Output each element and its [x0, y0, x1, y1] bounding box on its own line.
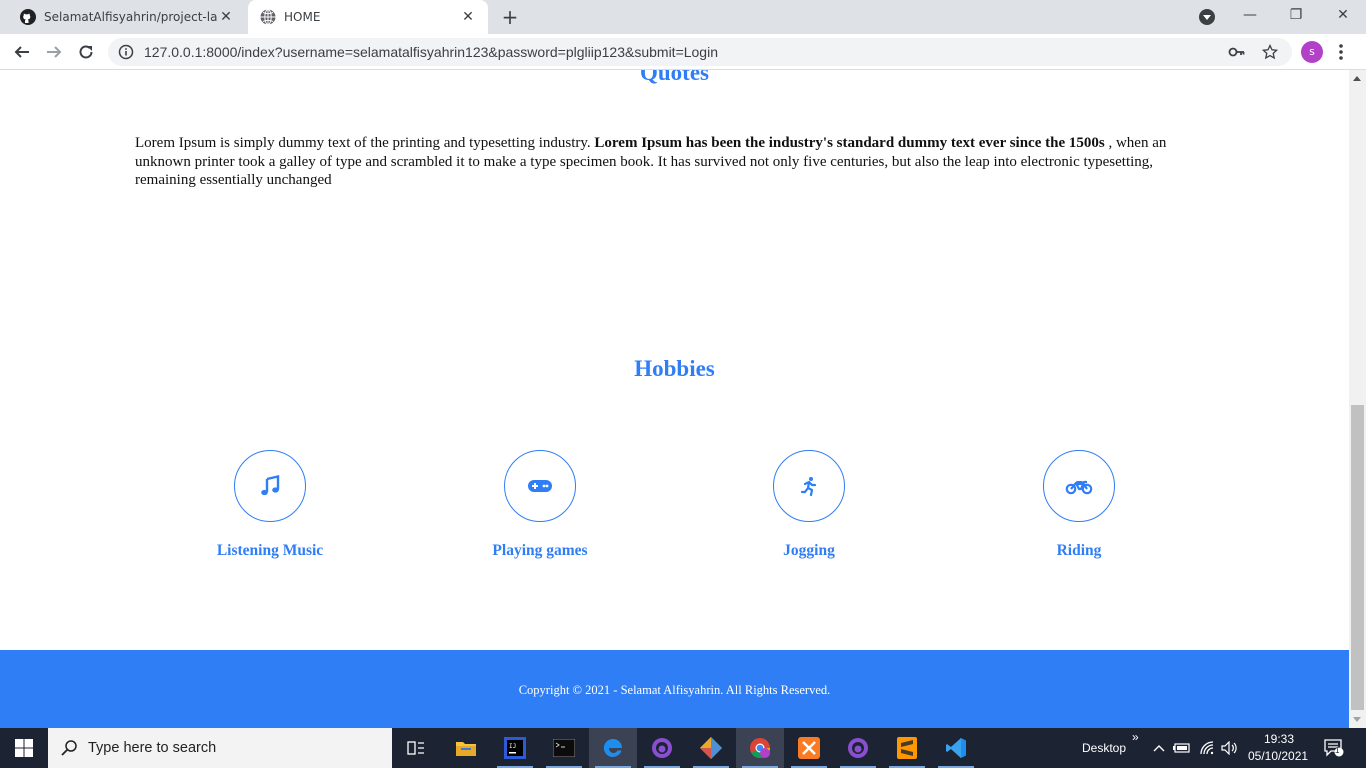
- git-icon[interactable]: [687, 728, 735, 768]
- hobby-playing-games: Playing games: [440, 450, 640, 560]
- edge-icon[interactable]: [589, 728, 637, 768]
- avatar[interactable]: s: [1301, 41, 1323, 63]
- file-explorer-icon[interactable]: [442, 728, 490, 768]
- browser-toolbar: 127.0.0.1:8000/index?username=selamatalf…: [0, 34, 1366, 70]
- tab-title: HOME: [284, 10, 321, 24]
- hobbies-title: Hobbies: [634, 356, 715, 381]
- volume-icon[interactable]: [1220, 738, 1240, 758]
- tab-title: SelamatAlfisyahrin/project-larave: [44, 10, 218, 24]
- info-icon[interactable]: [118, 44, 134, 60]
- wifi-icon[interactable]: [1198, 738, 1218, 758]
- globe-icon: [260, 9, 276, 25]
- clock-date[interactable]: 05/10/2021: [1248, 749, 1308, 763]
- intellij-icon[interactable]: IJ: [491, 728, 539, 768]
- clock-time[interactable]: 19:33: [1264, 732, 1294, 746]
- arrow-left-icon: [14, 46, 29, 58]
- browser-tab-strip: SelamatAlfisyahrin/project-larave ✕ HOME…: [0, 0, 1366, 34]
- quote-paragraph: Lorem Ipsum is simply dummy text of the …: [135, 134, 1215, 190]
- hobby-icon-circle: [1043, 450, 1115, 522]
- address-bar[interactable]: 127.0.0.1:8000/index?username=selamatalf…: [108, 38, 1292, 66]
- forward-button[interactable]: [40, 38, 68, 66]
- scroll-down-icon[interactable]: [1353, 717, 1361, 722]
- notification-count: 1: [1335, 746, 1340, 755]
- hobby-jogging: Jogging: [709, 450, 909, 560]
- tab-search-icon[interactable]: [1199, 9, 1215, 25]
- key-icon[interactable]: [1228, 44, 1246, 60]
- tab-close-icon[interactable]: ✕: [218, 9, 234, 25]
- hobby-icon-circle: [504, 450, 576, 522]
- github-desktop-icon[interactable]: [834, 728, 882, 768]
- music-icon: [261, 475, 280, 496]
- show-hidden-icons-icon[interactable]: [1149, 738, 1169, 758]
- search-placeholder: Type here to search: [88, 740, 217, 756]
- hobby-label: Jogging: [783, 542, 835, 559]
- windows-logo-icon: [15, 739, 33, 757]
- notifications-icon[interactable]: 1: [1322, 738, 1346, 758]
- hobby-label: Playing games: [492, 542, 588, 559]
- quote-text-start: Lorem Ipsum is simply dummy text of the …: [135, 135, 595, 151]
- github-icon: [20, 9, 36, 25]
- tab-github-project[interactable]: SelamatAlfisyahrin/project-larave ✕: [8, 0, 246, 34]
- hobby-listening-music: Listening Music: [170, 450, 370, 560]
- chrome-icon[interactable]: [736, 728, 784, 768]
- tab-close-icon[interactable]: ✕: [460, 9, 476, 25]
- page-scrollbar[interactable]: [1349, 70, 1366, 728]
- battery-icon[interactable]: [1172, 738, 1192, 758]
- arrow-right-icon: [47, 46, 62, 58]
- xampp-icon[interactable]: [785, 728, 833, 768]
- terminal-icon[interactable]: [540, 728, 588, 768]
- menu-kebab-icon[interactable]: [1336, 41, 1346, 63]
- svg-text:IJ: IJ: [509, 743, 516, 750]
- task-view-icon[interactable]: [392, 728, 440, 768]
- sublime-icon[interactable]: [883, 728, 931, 768]
- back-button[interactable]: [8, 38, 36, 66]
- windows-taskbar: Type here to search IJ Desktop » 19:33 0…: [0, 728, 1366, 768]
- desktop-toolbar-label[interactable]: Desktop: [1082, 741, 1126, 755]
- star-icon[interactable]: [1262, 44, 1278, 60]
- hobby-riding: Riding: [979, 450, 1179, 560]
- new-tab-button[interactable]: +: [498, 5, 522, 29]
- minimize-button[interactable]: —: [1227, 0, 1273, 32]
- vscode-icon[interactable]: [932, 728, 980, 768]
- taskbar-search[interactable]: Type here to search: [48, 728, 392, 768]
- maximize-button[interactable]: ❐: [1273, 0, 1319, 32]
- page-viewport: Quotes Lorem Ipsum is simply dummy text …: [0, 70, 1349, 728]
- github-desktop-icon[interactable]: [638, 728, 686, 768]
- search-icon: [61, 740, 77, 756]
- quote-text-bold: Lorem Ipsum has been the industry's stan…: [594, 135, 1105, 151]
- running-icon: [800, 477, 817, 496]
- tab-home[interactable]: HOME ✕: [248, 0, 488, 34]
- reload-button[interactable]: [72, 38, 100, 66]
- hobby-icon-circle: [773, 450, 845, 522]
- footer-copyright: Copyright © 2021 - Selamat Alfisyahrin. …: [518, 683, 831, 697]
- start-button[interactable]: [0, 728, 48, 768]
- scroll-up-icon[interactable]: [1353, 76, 1361, 81]
- motorcycle-icon: [1065, 480, 1093, 495]
- url-text: 127.0.0.1:8000/index?username=selamatalf…: [144, 44, 718, 60]
- hobby-icon-circle: [234, 450, 306, 522]
- window-close-button[interactable]: ✕: [1320, 0, 1366, 32]
- gamepad-icon: [528, 480, 552, 492]
- scrollbar-thumb[interactable]: [1351, 405, 1364, 710]
- toolbar-chevron[interactable]: »: [1132, 730, 1139, 744]
- hobby-label: Riding: [1056, 542, 1102, 559]
- footer: Copyright © 2021 - Selamat Alfisyahrin. …: [0, 650, 1349, 728]
- hobby-label: Listening Music: [216, 542, 324, 559]
- reload-icon: [79, 45, 93, 59]
- quotes-title: Quotes: [640, 70, 709, 85]
